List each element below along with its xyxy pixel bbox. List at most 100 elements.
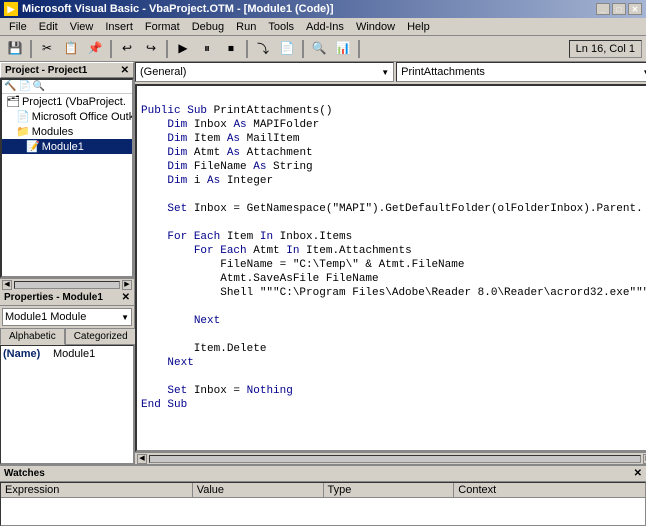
restore-button[interactable]: □ (612, 3, 626, 15)
props-name-label: (Name) (3, 348, 53, 360)
menu-item-window[interactable]: Window (351, 20, 400, 34)
watches-col-type: Type (324, 483, 455, 497)
code-line-15 (141, 300, 646, 314)
tree-item-modules[interactable]: 📁 Modules (2, 124, 132, 139)
tree-item-module1[interactable]: 📝 Module1 (2, 139, 132, 154)
code-line-23 (141, 412, 646, 426)
code-editor[interactable]: Public Sub PrintAttachments() Dim Inbox … (135, 84, 646, 452)
code-line-10: For Each Item In Inbox.Items (141, 230, 646, 244)
toolbar-copy-btn[interactable]: 📋 (60, 39, 82, 59)
toolbar-redo-btn[interactable]: ↪ (140, 39, 162, 59)
code-panel: (General) ▼ PrintAttachments ▼ Public Su… (135, 62, 646, 464)
scroll-right-btn[interactable]: ▶ (122, 280, 132, 290)
code-line-4: Dim Atmt As Attachment (141, 146, 646, 160)
properties-panel-header: Properties - Module1 ✕ (0, 290, 134, 306)
code-line-22: End Sub (141, 398, 646, 412)
properties-dropdown-value: Module1 Module (5, 311, 86, 323)
toolbar-pause-btn[interactable]: ⏸ (196, 39, 218, 59)
properties-content: (Name) Module1 (0, 345, 134, 464)
code-line-14: Shell """C:\Program Files\Adobe\Reader 8… (141, 286, 646, 300)
project-panel-close[interactable]: ✕ (121, 65, 129, 76)
menu-bar: FileEditViewInsertFormatDebugRunToolsAdd… (0, 18, 646, 36)
project-hscroll[interactable]: ◀ ▶ (0, 278, 134, 290)
code-scroll-left-btn[interactable]: ◀ (137, 454, 147, 464)
toolbar: 💾 ✂ 📋 📌 ↩ ↪ ▶ ⏸ ⏹ ⤵ 📄 🔍 📊 Ln 16, Col 1 (0, 36, 646, 62)
code-line-9 (141, 216, 646, 230)
watches-table: Expression Value Type Context (0, 482, 646, 526)
watches-col-context: Context (454, 483, 645, 497)
props-name-row: (Name) Module1 (3, 348, 131, 360)
code-line-19: Next (141, 356, 646, 370)
properties-panel-close[interactable]: ✕ (122, 292, 130, 303)
menu-item-add-ins[interactable]: Add-Ins (301, 20, 349, 34)
code-line-1: Public Sub PrintAttachments() (141, 104, 646, 118)
title-bar-text: Microsoft Visual Basic - VbaProject.OTM … (22, 3, 334, 15)
code-line-18: Item.Delete (141, 342, 646, 356)
code-line-13: Atmt.SaveAsFile FileName (141, 272, 646, 286)
menu-item-run[interactable]: Run (231, 20, 261, 34)
watches-table-header: Expression Value Type Context (1, 483, 645, 498)
toolbar-module-btn[interactable]: 📄 (276, 39, 298, 59)
code-line-12: FileName = "C:\Temp\" & Atmt.FileName (141, 258, 646, 272)
code-line-16: Next (141, 314, 646, 328)
watches-close[interactable]: ✕ (634, 468, 642, 479)
project-tree: 🔨 📄 🔍 🗂 Project1 (VbaProject. 📄 Microsof… (0, 78, 134, 278)
code-general-value: (General) (140, 66, 186, 78)
scroll-track[interactable] (14, 281, 120, 289)
watches-title: Watches (4, 468, 45, 479)
code-proc-arrow: ▼ (642, 68, 646, 77)
properties-dropdown-arrow: ▼ (121, 313, 129, 322)
properties-tabs: Alphabetic Categorized (0, 328, 134, 345)
tree-item-outlook[interactable]: 📄 Microsoft Office Outk (2, 109, 132, 124)
props-name-value: Module1 (53, 348, 95, 360)
menu-item-format[interactable]: Format (140, 20, 185, 34)
project-panel-title: Project - Project1 (5, 65, 87, 76)
tab-alphabetic[interactable]: Alphabetic (0, 328, 65, 345)
menu-item-edit[interactable]: Edit (34, 20, 63, 34)
watches-panel: Watches ✕ Expression Value Type Context (0, 464, 646, 524)
tab-categorized[interactable]: Categorized (65, 328, 137, 345)
title-bar: ▶ Microsoft Visual Basic - VbaProject.OT… (0, 0, 646, 18)
menu-item-view[interactable]: View (65, 20, 99, 34)
code-line-2: Dim Inbox As MAPIFolder (141, 118, 646, 132)
watches-col-expression: Expression (1, 483, 193, 497)
code-line-0 (141, 90, 646, 104)
scroll-left-btn[interactable]: ◀ (2, 280, 12, 290)
code-toolbar: (General) ▼ PrintAttachments ▼ (135, 62, 646, 84)
menu-item-help[interactable]: Help (402, 20, 435, 34)
toolbar-undo-btn[interactable]: ↩ (116, 39, 138, 59)
menu-item-file[interactable]: File (4, 20, 32, 34)
code-line-8: Set Inbox = GetNamespace("MAPI").GetDefa… (141, 202, 646, 216)
code-hscroll[interactable]: ◀ ▶ (135, 452, 646, 464)
toolbar-save-btn[interactable]: 💾 (4, 39, 26, 59)
code-line-5: Dim FileName As String (141, 160, 646, 174)
app-icon: ▶ (4, 2, 18, 16)
toolbar-watch-btn[interactable]: 🔍 (308, 39, 330, 59)
toolbar-run-btn[interactable]: ▶ (172, 39, 194, 59)
code-line-20 (141, 370, 646, 384)
code-proc-value: PrintAttachments (401, 66, 485, 78)
toolbar-step-btn[interactable]: ⤵ (252, 39, 274, 59)
code-line-17 (141, 328, 646, 342)
close-button[interactable]: ✕ (628, 3, 642, 15)
tree-item-project[interactable]: 🗂 Project1 (VbaProject. (2, 94, 132, 109)
menu-item-tools[interactable]: Tools (263, 20, 299, 34)
code-line-7 (141, 188, 646, 202)
code-line-11: For Each Atmt In Item.Attachments (141, 244, 646, 258)
code-line-6: Dim i As Integer (141, 174, 646, 188)
menu-item-debug[interactable]: Debug (187, 20, 229, 34)
properties-panel-title: Properties - Module1 (4, 292, 103, 303)
code-general-dropdown[interactable]: (General) ▼ (135, 62, 394, 82)
toolbar-stop-btn[interactable]: ⏹ (220, 39, 242, 59)
toolbar-paste-btn[interactable]: 📌 (84, 39, 106, 59)
properties-object-dropdown[interactable]: Module1 Module ▼ (2, 308, 132, 326)
watches-col-value: Value (193, 483, 324, 497)
minimize-button[interactable]: _ (596, 3, 610, 15)
code-line-3: Dim Item As MailItem (141, 132, 646, 146)
toolbar-cut-btn[interactable]: ✂ (36, 39, 58, 59)
toolbar-locals-btn[interactable]: 📊 (332, 39, 354, 59)
tree-toolbar: 🔨 📄 🔍 (2, 80, 132, 94)
code-proc-dropdown[interactable]: PrintAttachments ▼ (396, 62, 646, 82)
code-scroll-track[interactable] (149, 455, 641, 463)
menu-item-insert[interactable]: Insert (100, 20, 138, 34)
